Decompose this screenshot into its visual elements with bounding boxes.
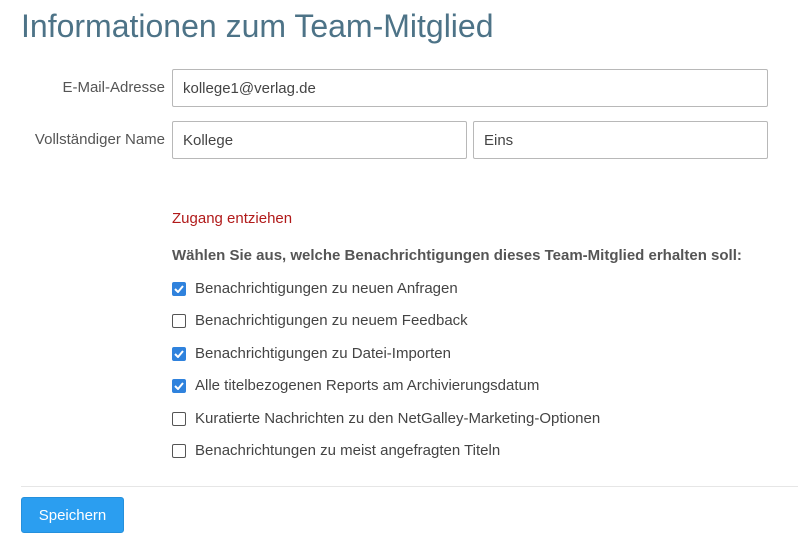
revoke-access-link[interactable]: Zugang entziehen xyxy=(172,210,292,227)
notification-option-label: Benachrichtigungen zu neuen Anfragen xyxy=(195,280,458,297)
notification-option-label: Benachrichtigungen zu Datei-Importen xyxy=(195,344,451,362)
checkbox[interactable] xyxy=(172,314,186,329)
checkmark-icon xyxy=(174,285,184,293)
checkbox[interactable] xyxy=(172,379,186,394)
checkmark-icon xyxy=(174,350,184,358)
notification-option[interactable]: Benachrichtigungen zu neuen Anfragen xyxy=(172,280,600,312)
notification-option[interactable]: Benachrichtigungen zu neuem Feedback xyxy=(172,312,600,344)
page-title: Informationen zum Team-Mitglied xyxy=(21,8,494,44)
notification-option[interactable]: Alle titelbezogenen Reports am Archivier… xyxy=(172,377,600,409)
notification-option-label: Alle titelbezogenen Reports am Archivier… xyxy=(195,377,540,395)
checkmark-icon xyxy=(174,382,184,391)
email-label: E-Mail-Adresse xyxy=(62,79,165,96)
full-name-label: Vollständiger Name xyxy=(34,131,165,148)
notification-option-label: Benachrichtungen zu meist angefragten Ti… xyxy=(195,441,501,459)
checkbox[interactable] xyxy=(172,346,186,361)
checkbox[interactable] xyxy=(172,282,186,296)
notification-option-label: Kuratierte Nachrichten zu den NetGalley-… xyxy=(195,409,601,427)
save-button[interactable]: Speichern xyxy=(21,497,124,533)
notification-option-label: Benachrichtigungen zu neuem Feedback xyxy=(195,312,468,330)
notification-option[interactable]: Benachrichtigungen zu Datei-Importen xyxy=(172,345,600,377)
email-input[interactable] xyxy=(172,69,768,107)
checkbox[interactable] xyxy=(172,411,186,426)
notification-option[interactable]: Kuratierte Nachrichten zu den NetGalley-… xyxy=(172,410,600,442)
last-name-input[interactable] xyxy=(473,121,768,159)
notifications-heading: Wählen Sie aus, welche Benachrichtigunge… xyxy=(172,247,742,264)
divider xyxy=(21,486,798,487)
notification-option[interactable]: Benachrichtungen zu meist angefragten Ti… xyxy=(172,442,600,474)
notification-options: Benachrichtigungen zu neuen Anfragen Ben… xyxy=(172,280,600,474)
first-name-input[interactable] xyxy=(172,121,467,159)
checkbox[interactable] xyxy=(172,443,186,458)
